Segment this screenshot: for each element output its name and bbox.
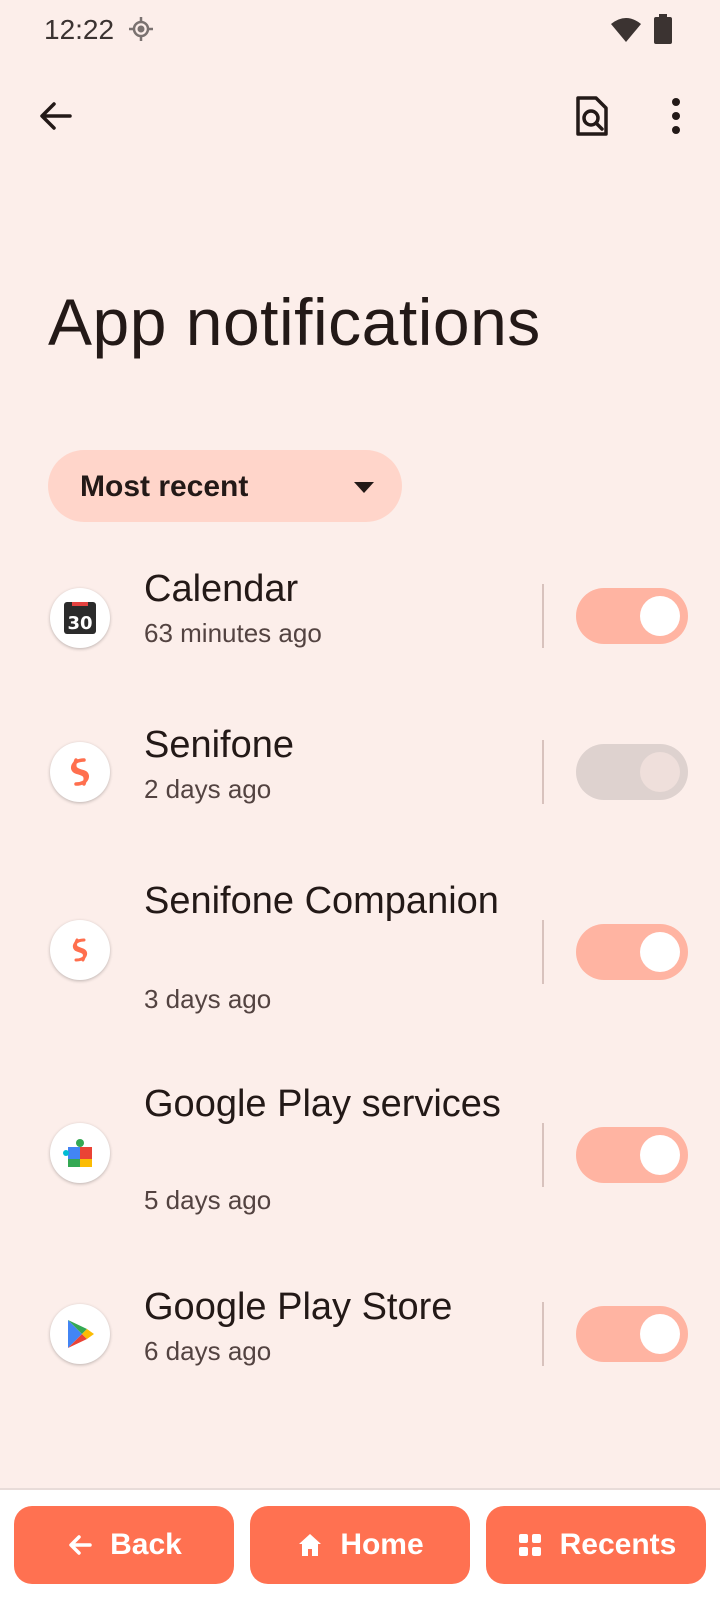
app-icon-google-play-store [50, 1304, 110, 1364]
app-icon-senifone [50, 742, 110, 802]
app-row-google-play-store[interactable]: Google Play Store 6 days ago [0, 1286, 720, 1382]
app-row-senifone-companion[interactable]: Senifone Companion 3 days ago [0, 880, 720, 1024]
row-divider [542, 920, 544, 984]
status-time: 12:22 [44, 14, 115, 45]
play-store-icon [68, 1320, 94, 1348]
toggle-thumb [640, 1314, 680, 1354]
app-row-senifone[interactable]: Senifone 2 days ago [0, 724, 720, 820]
app-icon-calendar: 30 [50, 588, 110, 648]
app-time: 63 minutes ago [144, 618, 322, 648]
row-divider [542, 1302, 544, 1366]
home-icon [299, 1534, 322, 1556]
row-divider [542, 584, 544, 648]
arrow-back-icon [69, 1535, 92, 1555]
toggle-thumb [640, 596, 680, 636]
navigation-bar: Back Home Recents [0, 1488, 720, 1600]
toggle-thumb [640, 752, 680, 792]
senifone-icon [71, 758, 89, 786]
nav-recents-button[interactable]: Recents [486, 1506, 706, 1584]
calendar-icon-date: 30 [67, 613, 92, 634]
app-row-calendar[interactable]: 30 Calendar 63 minutes ago [0, 568, 720, 664]
status-bar: 12:22 [0, 0, 720, 60]
more-vert-icon[interactable] [652, 92, 700, 140]
recents-icon [518, 1534, 541, 1556]
sort-dropdown[interactable]: Most recent [48, 450, 402, 522]
app-time: 3 days ago [144, 984, 272, 1014]
location-icon [129, 17, 153, 41]
app-row-google-play-services[interactable]: Google Play services 5 days ago [0, 1083, 720, 1227]
senifone-companion-icon [72, 938, 88, 962]
nav-home-button[interactable]: Home [250, 1506, 470, 1584]
app-time: 5 days ago [144, 1185, 272, 1215]
notification-toggle-calendar[interactable] [576, 588, 688, 644]
notification-toggle-google-play-services[interactable] [576, 1127, 688, 1183]
toggle-thumb [640, 1135, 680, 1175]
nav-recents-label: Recents [559, 1528, 677, 1561]
app-name: Google Play services [144, 1083, 501, 1125]
nav-back-button[interactable]: Back [14, 1506, 234, 1584]
app-name: Google Play Store [144, 1286, 453, 1328]
nav-back-label: Back [110, 1528, 182, 1561]
toggle-thumb [640, 932, 680, 972]
arrow-back-icon[interactable] [32, 92, 80, 140]
app-name: Calendar [144, 568, 299, 610]
play-services-icon [63, 1139, 92, 1167]
nav-home-label: Home [340, 1528, 424, 1561]
notification-toggle-google-play-store[interactable] [576, 1306, 688, 1362]
sort-dropdown-label: Most recent [80, 470, 249, 503]
search-settings-icon[interactable] [568, 92, 616, 140]
row-divider [542, 1123, 544, 1187]
dropdown-arrow-icon [354, 482, 374, 493]
battery-icon [654, 14, 672, 44]
app-time: 2 days ago [144, 774, 272, 804]
app-icon-google-play-services [50, 1123, 110, 1183]
notification-toggle-senifone[interactable] [576, 744, 688, 800]
app-name: Senifone Companion [144, 880, 499, 922]
app-name: Senifone [144, 724, 295, 766]
wifi-icon [611, 18, 641, 42]
row-divider [542, 740, 544, 804]
app-icon-senifone-companion [50, 920, 110, 980]
app-time: 6 days ago [144, 1336, 272, 1366]
page-title: App notifications [48, 285, 541, 359]
notification-toggle-senifone-companion[interactable] [576, 924, 688, 980]
calendar-icon: 30 [64, 602, 96, 634]
